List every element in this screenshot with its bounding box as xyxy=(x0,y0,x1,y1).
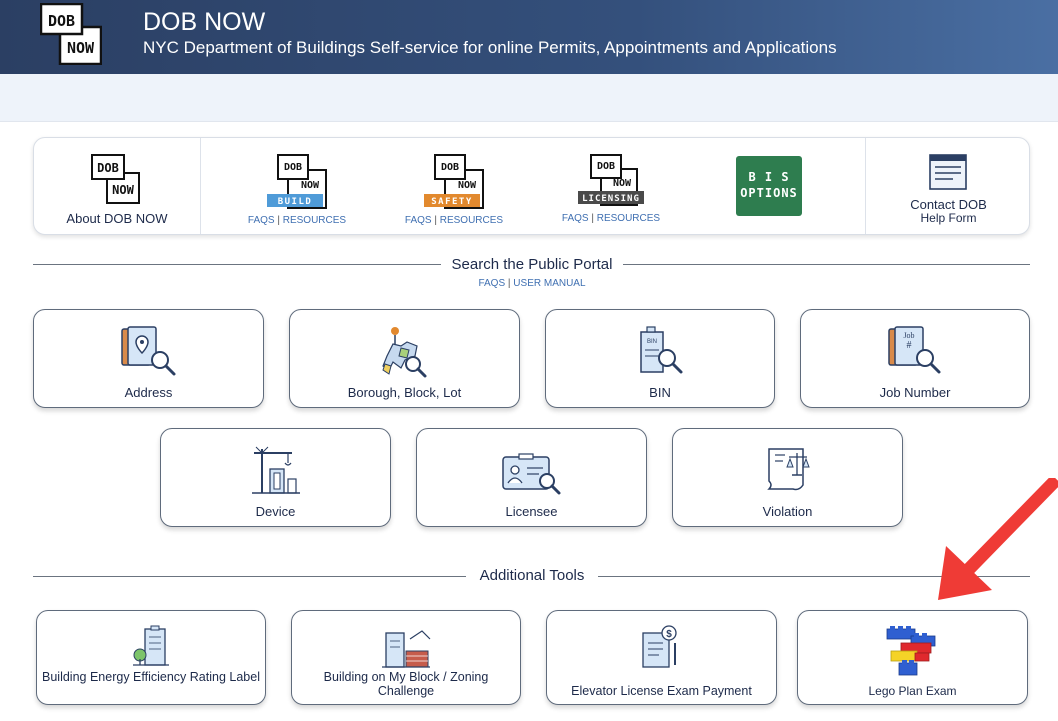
contact-dob-label: Contact DOB xyxy=(910,197,987,212)
svg-text:$: $ xyxy=(666,629,672,640)
lego-plan-exam-card[interactable]: Lego Plan Exam xyxy=(797,610,1028,705)
lego-bricks-icon xyxy=(886,626,935,676)
svg-text:NOW: NOW xyxy=(458,180,477,191)
site-subtitle: NYC Department of Buildings Self-service… xyxy=(143,38,837,57)
zoning-block-icon xyxy=(382,630,431,668)
contact-dob-link[interactable]: Contact DOB Help Form xyxy=(866,138,1031,234)
energy-rating-card[interactable]: Building Energy Efficiency Rating Label xyxy=(36,610,266,705)
svg-text:NOW: NOW xyxy=(67,39,95,57)
dob-now-safety-logo-icon: DOB NOW SAFETY xyxy=(424,154,484,209)
svg-text:DOB: DOB xyxy=(97,161,119,175)
licensing-faqs-link[interactable]: FAQS xyxy=(562,213,589,224)
dob-now-logo-icon: DOB NOW xyxy=(91,154,140,204)
svg-text:#: # xyxy=(907,340,912,351)
card-label: Building on My Block / Zoning Challenge xyxy=(323,670,489,698)
sub-bar xyxy=(0,74,1058,122)
card-label: Violation xyxy=(762,504,813,519)
licensing-resources-link[interactable]: RESOURCES xyxy=(597,213,660,224)
separator: | xyxy=(507,278,511,289)
search-bin-card[interactable]: BIN BIN xyxy=(545,309,775,408)
svg-text:SAFETY: SAFETY xyxy=(431,197,473,207)
help-form-icon xyxy=(929,154,967,190)
about-dob-now-label: About DOB NOW xyxy=(66,211,168,226)
safety-faqs-link[interactable]: FAQS xyxy=(405,215,432,226)
card-label: Lego Plan Exam xyxy=(868,684,957,698)
dob-now-build-logo-icon: DOB NOW BUILD xyxy=(267,154,327,209)
search-address-card[interactable]: Address xyxy=(33,309,264,408)
red-arrow-annotation xyxy=(938,478,1058,600)
svg-text:Job: Job xyxy=(903,331,914,340)
license-card-icon xyxy=(501,453,560,495)
build-faqs-resources: FAQS | RESOURCES xyxy=(230,215,364,226)
about-dob-now-link[interactable]: DOB NOW About DOB NOW xyxy=(34,138,200,234)
card-label: Building Energy Efficiency Rating Label xyxy=(42,670,260,684)
help-form-label: Help Form xyxy=(920,211,977,225)
separator: | xyxy=(277,215,280,226)
svg-text:DOB: DOB xyxy=(48,12,75,30)
separator: | xyxy=(591,213,594,224)
borough-map-icon xyxy=(381,327,426,378)
search-portal-links: FAQS | USER MANUAL xyxy=(430,278,634,289)
card-label: Job Number xyxy=(879,385,951,400)
search-job-number-card[interactable]: Job # Job Number xyxy=(800,309,1030,408)
dob-now-safety-link[interactable]: DOB NOW SAFETY FAQS | RESOURCES xyxy=(387,138,521,234)
search-licensee-card[interactable]: Licensee xyxy=(416,428,647,527)
dob-now-build-link[interactable]: DOB NOW BUILD FAQS | RESOURCES xyxy=(230,138,364,234)
bin-search-icon: BIN xyxy=(640,326,683,374)
svg-text:LICENSING: LICENSING xyxy=(582,194,640,204)
safety-faqs-resources: FAQS | RESOURCES xyxy=(387,215,521,226)
licensing-faqs-resources: FAQS | RESOURCES xyxy=(544,213,678,224)
violation-scales-icon xyxy=(766,448,810,491)
divider xyxy=(200,138,201,234)
card-label: Elevator License Exam Payment xyxy=(571,684,752,698)
svg-text:DOB: DOB xyxy=(441,162,459,173)
search-device-card[interactable]: Device xyxy=(160,428,391,527)
dob-now-licensing-logo-icon: DOB NOW LICENSING xyxy=(578,154,644,206)
build-resources-link[interactable]: RESOURCES xyxy=(283,215,346,226)
search-portal-title: Search the Public Portal xyxy=(441,256,623,273)
separator: | xyxy=(434,215,437,226)
dob-now-logo[interactable]: DOB NOW xyxy=(40,3,102,65)
bis-label: B I S xyxy=(748,170,790,184)
dob-now-licensing-link[interactable]: DOB NOW LICENSING FAQS | RESOURCES xyxy=(544,138,678,234)
svg-text:NOW: NOW xyxy=(112,183,134,197)
portal-user-manual-link[interactable]: USER MANUAL xyxy=(513,278,585,289)
address-search-icon xyxy=(120,326,175,376)
card-label: BIN xyxy=(649,385,671,400)
svg-text:NOW: NOW xyxy=(301,180,320,191)
dob-now-nav-card: DOB NOW About DOB NOW DOB NOW BUILD FAQS… xyxy=(33,137,1030,235)
search-violation-card[interactable]: Violation xyxy=(672,428,903,527)
card-label: Licensee xyxy=(505,504,558,519)
svg-text:BUILD: BUILD xyxy=(278,197,313,207)
card-label: Address xyxy=(124,385,173,400)
elevator-exam-payment-card[interactable]: $ Elevator License Exam Payment xyxy=(546,610,777,705)
svg-text:DOB: DOB xyxy=(284,162,302,173)
svg-text:BIN: BIN xyxy=(647,339,657,345)
additional-tools-title: Additional Tools xyxy=(466,567,598,584)
card-label: Borough, Block, Lot xyxy=(347,385,462,400)
portal-faqs-link[interactable]: FAQS xyxy=(478,278,505,289)
bis-options-button[interactable]: B I S OPTIONS xyxy=(736,156,802,216)
crane-device-icon xyxy=(251,446,300,494)
bis-options-label: OPTIONS xyxy=(740,186,798,200)
card-label: Device xyxy=(255,504,296,519)
exam-payment-icon: $ xyxy=(641,625,677,668)
build-faqs-link[interactable]: FAQS xyxy=(248,215,275,226)
svg-text:DOB: DOB xyxy=(597,161,615,172)
job-number-search-icon: Job # xyxy=(888,326,941,374)
zoning-challenge-card[interactable]: Building on My Block / Zoning Challenge xyxy=(291,610,521,705)
site-header: DOB NOW DOB NOW NYC Department of Buildi… xyxy=(0,0,1058,74)
search-bbl-card[interactable]: Borough, Block, Lot xyxy=(289,309,520,408)
energy-building-icon xyxy=(133,625,169,666)
svg-text:NOW: NOW xyxy=(613,178,632,189)
safety-resources-link[interactable]: RESOURCES xyxy=(440,215,503,226)
site-title: DOB NOW xyxy=(143,8,266,36)
